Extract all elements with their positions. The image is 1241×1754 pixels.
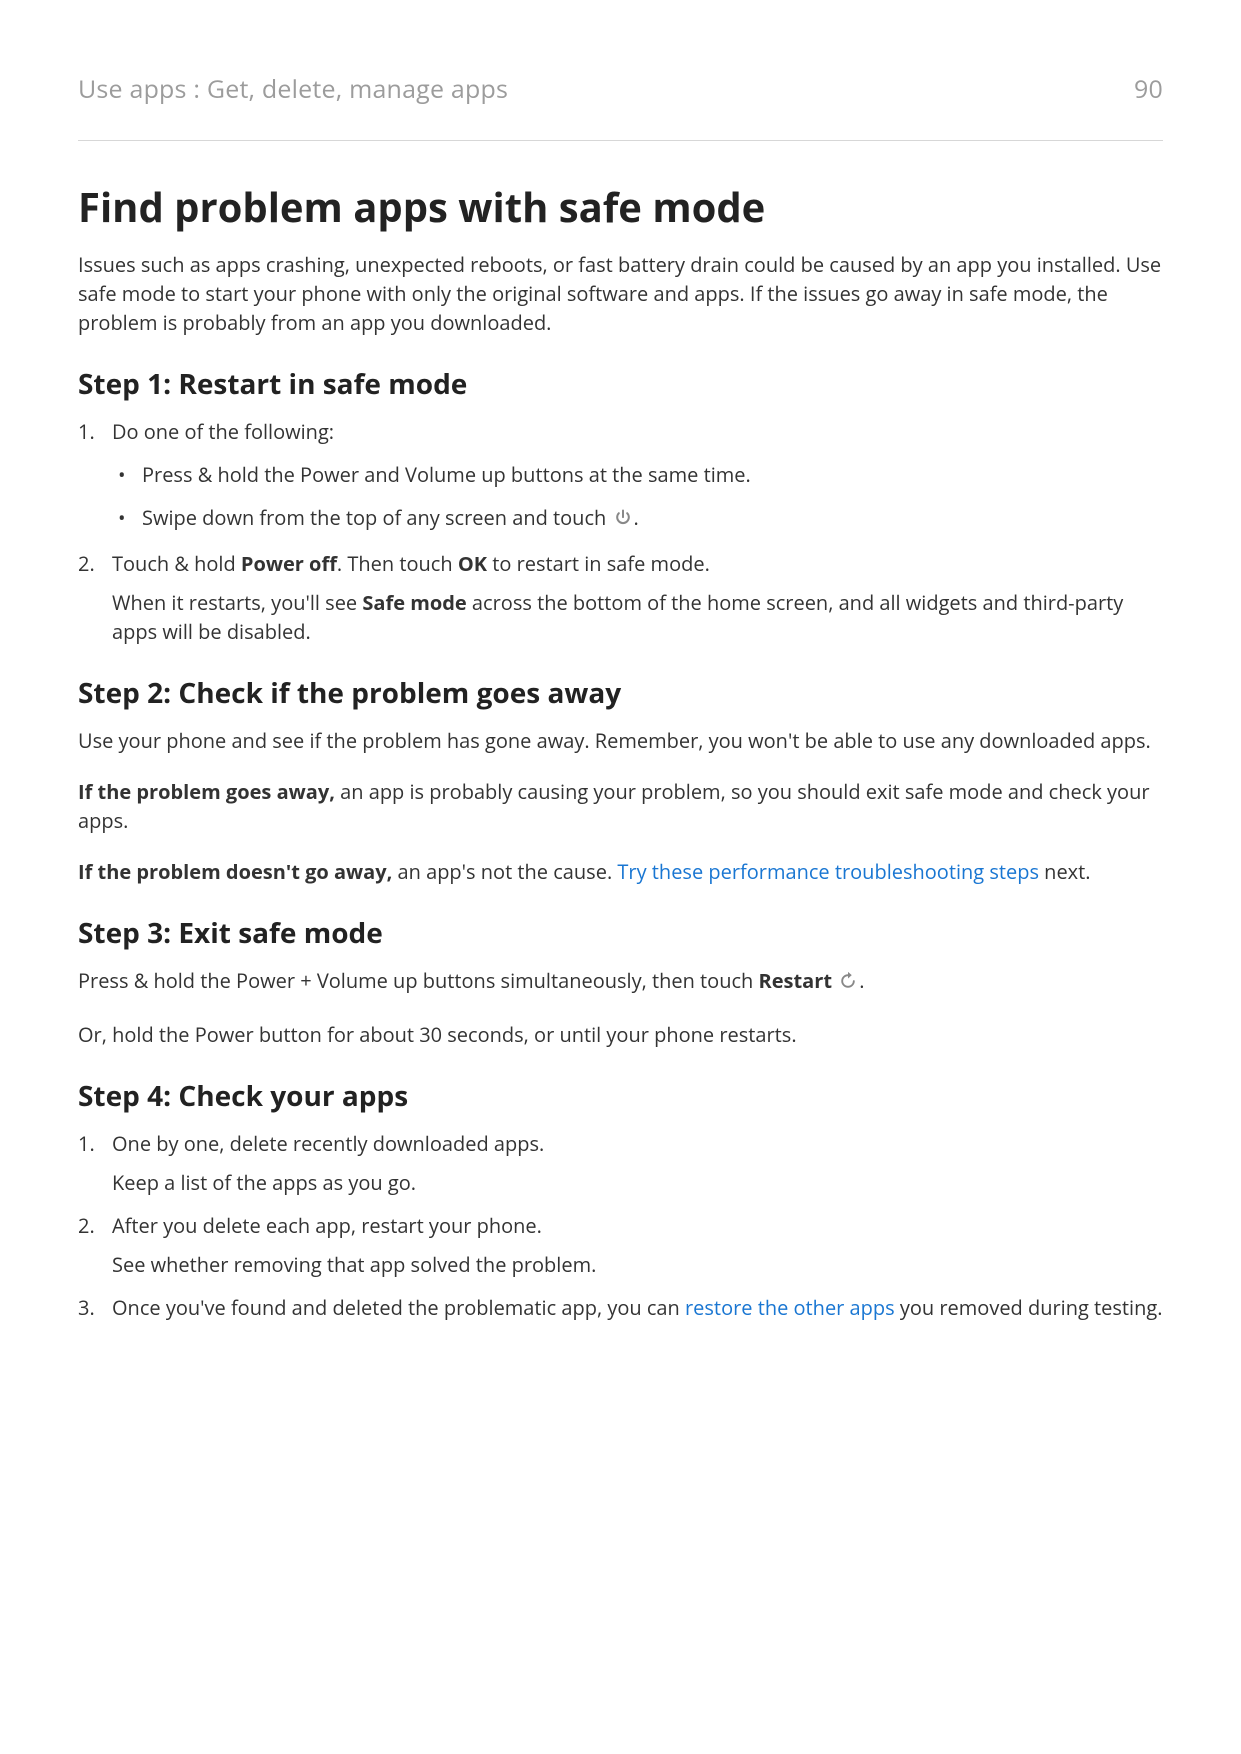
step4-item-1: One by one, delete recently downloaded a… [78,1129,1163,1197]
intro-paragraph: Issues such as apps crashing, unexpected… [78,250,1163,337]
step2-p3-end: next. [1039,858,1091,885]
step2-p2-bold: If the problem goes away, [78,778,335,805]
step1-item-1: Do one of the following: Press & hold th… [78,417,1163,535]
header-divider [78,140,1163,141]
step1-bullet-2-text-a: Swipe down from the top of any screen an… [142,504,612,531]
step1-sublist: Press & hold the Power and Volume up but… [112,460,1163,535]
step1-bullet-2: Swipe down from the top of any screen an… [112,503,1163,535]
performance-troubleshooting-link[interactable]: Try these performance troubleshooting st… [617,858,1039,885]
step4-item-3-b: you removed during testing. [895,1294,1163,1321]
step4-item-1-sub: Keep a list of the apps as you go. [112,1168,1163,1197]
step1-bullet-1: Press & hold the Power and Volume up but… [112,460,1163,489]
step4-heading: Step 4: Check your apps [78,1077,1163,1115]
step3-p1-a: Press & hold the Power + Volume up butto… [78,967,759,994]
restore-other-apps-link[interactable]: restore the other apps [685,1294,895,1321]
step4-item-3-a: Once you've found and deleted the proble… [112,1294,685,1321]
step2-p3-mid: an app's not the cause. [392,858,617,885]
step4-item-2: After you delete each app, restart your … [78,1211,1163,1279]
step4-item-2-sub: See whether removing that app solved the… [112,1250,1163,1279]
step1-bullet-2-text-b: . [634,504,639,531]
step1-list: Do one of the following: Press & hold th… [78,417,1163,646]
step4-item-1-text: One by one, delete recently downloaded a… [112,1130,544,1157]
step1-item-1-text: Do one of the following: [112,418,334,445]
step3-p1-c: . [859,967,864,994]
page-number: 90 [1134,72,1163,106]
step1-item-2-bold1: Power off [241,550,337,577]
breadcrumb: Use apps : Get, delete, manage apps [78,72,508,106]
step1-item-2-sub-a: When it restarts, you'll see [112,589,362,616]
step2-p3: If the problem doesn't go away, an app's… [78,857,1163,886]
step4-item-2-text: After you delete each app, restart your … [112,1212,542,1239]
step2-heading: Step 2: Check if the problem goes away [78,674,1163,712]
restart-icon [838,969,858,998]
step3-p1-bold: Restart [759,967,833,994]
step4-item-3: Once you've found and deleted the proble… [78,1293,1163,1322]
step1-item-2: Touch & hold Power off. Then touch OK to… [78,549,1163,646]
step1-item-2-text-b: . Then touch [337,550,458,577]
step2-p2: If the problem goes away, an app is prob… [78,777,1163,835]
step1-heading: Step 1: Restart in safe mode [78,365,1163,403]
step1-item-2-text-c: to restart in safe mode. [487,550,710,577]
step1-item-2-text-a: Touch & hold [112,550,241,577]
page-header-row: Use apps : Get, delete, manage apps 90 [78,72,1163,106]
step1-item-2-bold2: OK [458,550,487,577]
power-icon [613,506,633,535]
step1-item-2-sub-bold: Safe mode [362,589,466,616]
step3-p1: Press & hold the Power + Volume up butto… [78,966,1163,998]
page-title: Find problem apps with safe mode [78,179,1163,234]
document-page: Use apps : Get, delete, manage apps 90 F… [0,0,1241,1754]
step1-item-2-subtext: When it restarts, you'll see Safe mode a… [112,588,1163,646]
step2-p1: Use your phone and see if the problem ha… [78,726,1163,755]
step3-p2: Or, hold the Power button for about 30 s… [78,1020,1163,1049]
step4-list: One by one, delete recently downloaded a… [78,1129,1163,1322]
step2-p3-bold: If the problem doesn't go away, [78,858,392,885]
step3-heading: Step 3: Exit safe mode [78,914,1163,952]
step3-p1-b [832,967,837,994]
